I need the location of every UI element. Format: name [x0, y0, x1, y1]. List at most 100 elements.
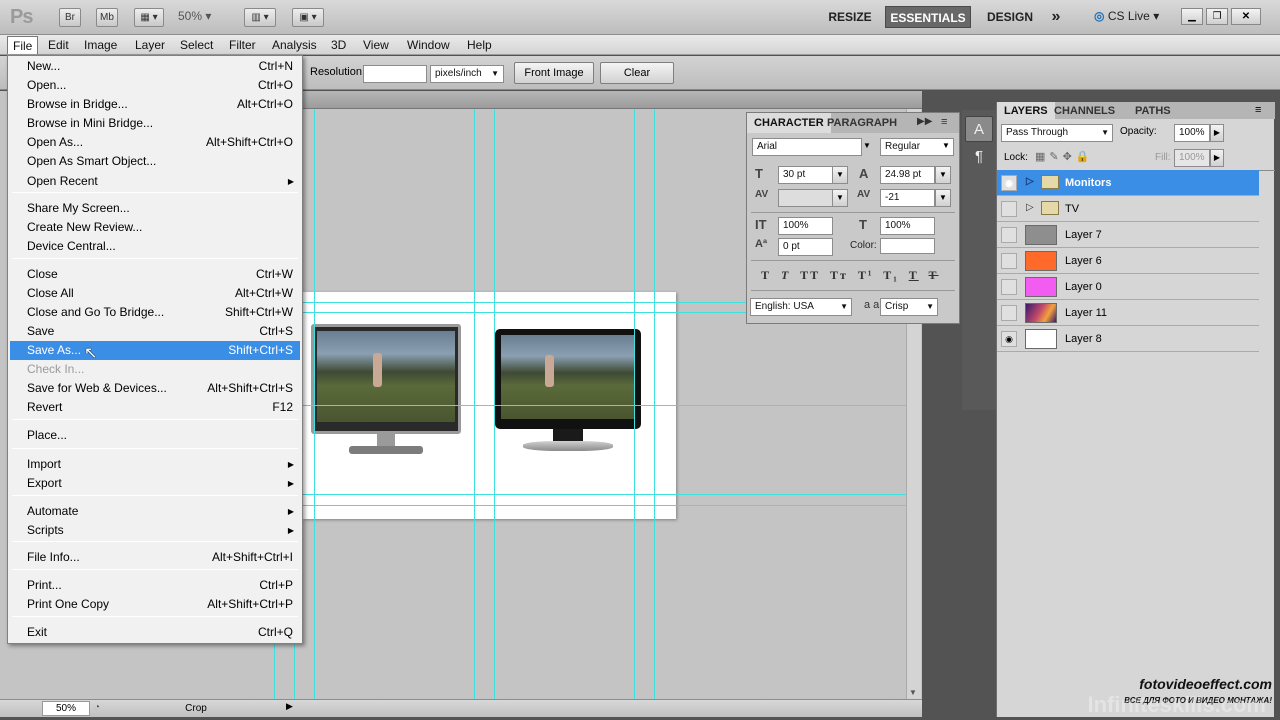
chevron-down-icon[interactable]: ▼	[859, 138, 875, 156]
file-menu-item-file-info[interactable]: File Info... Alt+Shift+Ctrl+I	[10, 548, 300, 567]
group-expand-arrow-icon[interactable]: ▷	[1026, 176, 1034, 187]
close-window-button[interactable]: ✕	[1231, 8, 1261, 25]
tracking-input[interactable]: -21	[880, 189, 935, 207]
layer-row-layer-7[interactable]: Layer 7	[997, 222, 1259, 248]
layer-row-layer-0[interactable]: Layer 0	[997, 274, 1259, 300]
resolution-units-select[interactable]: pixels/inch ▼	[430, 65, 504, 83]
file-menu-item-place[interactable]: Place...	[10, 426, 300, 445]
fill-input[interactable]: 100%	[1174, 149, 1210, 167]
horizontal-scale-input[interactable]: 100%	[880, 217, 935, 235]
file-menu-item-scripts[interactable]: Scripts ▶	[10, 521, 300, 540]
menu-analysis[interactable]: Analysis	[267, 36, 322, 54]
file-menu-item-exit[interactable]: Exit Ctrl+Q	[10, 623, 300, 642]
lock-image-icon[interactable]: ✎	[1049, 151, 1062, 163]
file-menu-item-share-my-screen[interactable]: Share My Screen...	[10, 199, 300, 218]
group-expand-arrow-icon[interactable]: ▷	[1026, 202, 1034, 213]
text-style-buttons[interactable]: T T TT Tт T¹ T₁ T T	[761, 268, 951, 283]
panel-menu-icon[interactable]: ≡	[941, 116, 947, 128]
language-select[interactable]: English: USA ▼	[750, 298, 852, 316]
superscript-icon[interactable]: T¹	[858, 268, 874, 282]
file-menu-item-browse-in-bridge[interactable]: Browse in Bridge... Alt+Ctrl+O	[10, 95, 300, 114]
file-menu-item-browse-in-mini-bridge[interactable]: Browse in Mini Bridge...	[10, 114, 300, 133]
all-caps-icon[interactable]: TT	[800, 268, 820, 282]
workspace-resize[interactable]: RESIZE	[822, 6, 878, 28]
strikethrough-icon[interactable]: T	[929, 268, 939, 282]
visibility-toggle[interactable]	[1001, 305, 1017, 321]
character-panel-icon[interactable]: A	[965, 116, 993, 142]
file-menu-item-open-as[interactable]: Open As... Alt+Shift+Ctrl+O	[10, 133, 300, 152]
file-menu-item-open-recent[interactable]: Open Recent ▶	[10, 172, 300, 191]
lock-all-icon[interactable]: 🔒	[1076, 151, 1094, 163]
restore-button[interactable]: ❐	[1206, 8, 1228, 25]
visibility-eye-icon[interactable]: ◉	[1001, 331, 1017, 347]
tab-paths[interactable]: PATHS	[1128, 102, 1178, 120]
front-image-button[interactable]: Front Image	[514, 62, 594, 84]
small-caps-icon[interactable]: Tт	[830, 268, 848, 282]
file-menu-item-save[interactable]: Save Ctrl+S	[10, 322, 300, 341]
menu-select[interactable]: Select	[175, 36, 218, 54]
view-extras-button[interactable]: ▦ ▾	[134, 8, 164, 27]
chevron-down-icon[interactable]: ▼	[935, 189, 951, 207]
file-menu-item-close-and-go-to-bridge[interactable]: Close and Go To Bridge... Shift+Ctrl+W	[10, 303, 300, 322]
workspace-essentials[interactable]: ESSENTIALS	[885, 6, 971, 28]
minimize-button[interactable]: ▁	[1181, 8, 1203, 25]
chevron-down-icon[interactable]: ▼	[832, 166, 848, 184]
layer-row-monitors[interactable]: ◉ ▷ Monitors	[997, 170, 1259, 196]
visibility-toggle[interactable]	[1001, 279, 1017, 295]
opacity-input[interactable]: 100%	[1174, 124, 1210, 142]
blend-mode-select[interactable]: Pass Through ▼	[1001, 124, 1113, 142]
chevron-down-icon[interactable]: ▼	[935, 166, 951, 184]
file-menu-item-save-as[interactable]: Save As... Shift+Ctrl+S	[10, 341, 300, 360]
visibility-toggle[interactable]	[1001, 201, 1017, 217]
menu-view[interactable]: View	[358, 36, 394, 54]
visibility-toggle[interactable]	[1001, 253, 1017, 269]
status-zoom-field[interactable]: 50%	[42, 701, 90, 716]
tab-layers[interactable]: LAYERS	[997, 102, 1055, 120]
vertical-scale-input[interactable]: 100%	[778, 217, 833, 235]
file-menu-item-close-all[interactable]: Close All Alt+Ctrl+W	[10, 284, 300, 303]
tab-channels[interactable]: CHANNELS	[1047, 102, 1122, 120]
tab-character[interactable]: CHARACTER	[747, 113, 831, 133]
workspace-more-button[interactable]: »	[1044, 6, 1068, 28]
menu-layer[interactable]: Layer	[130, 36, 170, 54]
layer-row-layer-6[interactable]: Layer 6	[997, 248, 1259, 274]
lock-icons[interactable]: ▦✎✥🔒	[1035, 150, 1094, 163]
file-menu-item-export[interactable]: Export ▶	[10, 474, 300, 493]
tab-paragraph[interactable]: PARAGRAPH	[820, 113, 904, 133]
visibility-toggle[interactable]	[1001, 227, 1017, 243]
chevron-down-icon[interactable]: ▼	[938, 138, 954, 156]
layer-row-layer-11[interactable]: Layer 11	[997, 300, 1259, 326]
file-menu-item-open[interactable]: Open... Ctrl+O	[10, 76, 300, 95]
subscript-icon[interactable]: T₁	[883, 268, 899, 282]
file-menu-item-save-for-web-devices[interactable]: Save for Web & Devices... Alt+Shift+Ctrl+…	[10, 379, 300, 398]
layer-row-layer-8[interactable]: ◉ Layer 8	[997, 326, 1259, 352]
file-menu-item-automate[interactable]: Automate ▶	[10, 502, 300, 521]
menu-file[interactable]: File	[7, 36, 39, 54]
opacity-slider-arrow-icon[interactable]: ▶	[1210, 124, 1224, 142]
menu-window[interactable]: Window	[402, 36, 455, 54]
underline-icon[interactable]: T	[909, 268, 919, 282]
mini-bridge-button[interactable]: Mb	[96, 8, 118, 27]
faux-italic-icon[interactable]: T	[781, 268, 790, 282]
status-info-icon[interactable]: ◔	[94, 702, 100, 713]
menu-help[interactable]: Help	[462, 36, 497, 54]
resolution-input[interactable]	[363, 65, 427, 83]
file-menu-item-import[interactable]: Import ▶	[10, 455, 300, 474]
file-menu-item-print-one-copy[interactable]: Print One Copy Alt+Shift+Ctrl+P	[10, 595, 300, 614]
menu-3d[interactable]: 3D	[326, 36, 351, 54]
menu-image[interactable]: Image	[79, 36, 122, 54]
visibility-eye-icon[interactable]: ◉	[1001, 175, 1017, 191]
clear-button[interactable]: Clear	[600, 62, 674, 84]
leading-input[interactable]: 24.98 pt	[880, 166, 935, 184]
arrange-documents-button[interactable]: ▥ ▾	[244, 8, 276, 27]
layer-row-tv[interactable]: ▷ TV	[997, 196, 1259, 222]
chevron-down-icon[interactable]: ▼	[832, 189, 848, 207]
zoom-level-dropdown[interactable]: 50% ▾	[178, 9, 211, 23]
cs-live-button[interactable]: ◎ CS Live ▾	[1094, 9, 1159, 23]
menu-edit[interactable]: Edit	[43, 36, 74, 54]
baseline-shift-input[interactable]: 0 pt	[778, 238, 833, 256]
kerning-input[interactable]	[778, 189, 833, 207]
scroll-down-icon[interactable]: ▼	[909, 688, 917, 697]
file-menu-item-revert[interactable]: Revert F12	[10, 398, 300, 417]
bridge-button[interactable]: Br	[59, 8, 81, 27]
